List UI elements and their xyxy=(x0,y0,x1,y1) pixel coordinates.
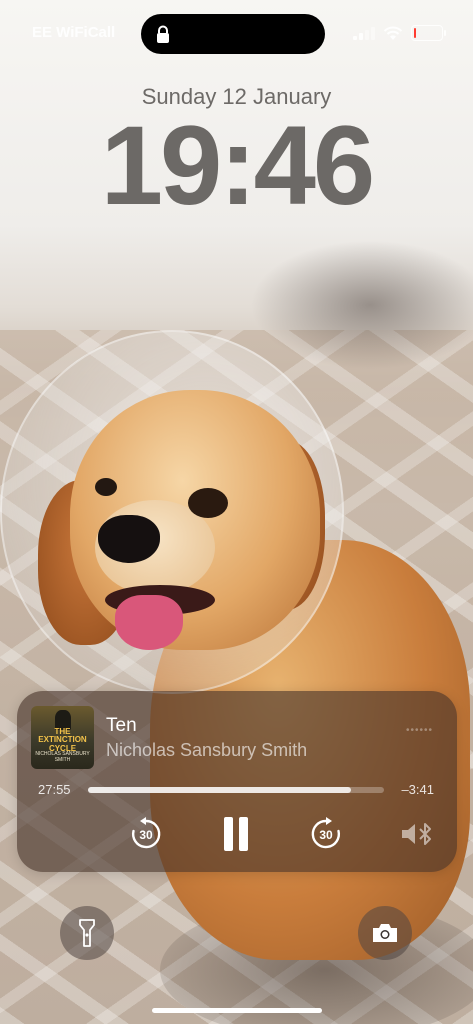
lock-icon xyxy=(157,25,169,43)
skip-back-30-icon: 30 xyxy=(131,817,161,849)
skip-back-seconds: 30 xyxy=(139,828,153,842)
scrubber-progress xyxy=(88,787,352,793)
elapsed-time: 27:55 xyxy=(38,782,71,797)
flashlight-button[interactable] xyxy=(60,906,114,960)
skip-forward-30-button[interactable]: 30 xyxy=(306,814,346,854)
pause-icon xyxy=(224,817,248,851)
skip-forward-30-icon: 30 xyxy=(311,817,341,849)
remaining-time: –3:41 xyxy=(401,782,434,797)
wifi-icon xyxy=(383,26,403,40)
track-title: Ten xyxy=(106,715,137,736)
pause-button[interactable] xyxy=(216,814,256,854)
album-artwork[interactable]: THE EXTINCTION CYCLE NICHOLAS SANSBURY S… xyxy=(31,706,94,769)
track-artist: Nicholas Sansbury Smith xyxy=(106,740,308,760)
dog-eye-right xyxy=(188,488,228,518)
artwork-author: NICHOLAS SANSBURY SMITH xyxy=(35,751,90,763)
dog-tongue xyxy=(115,595,183,650)
flashlight-icon xyxy=(79,919,95,947)
status-bar: EE WiFiCall xyxy=(0,14,473,54)
carrier-label: EE WiFiCall xyxy=(32,24,116,41)
airplay-indicator-icon[interactable]: •••••• xyxy=(406,725,433,736)
signal-icon xyxy=(353,26,375,40)
battery-icon xyxy=(411,25,446,41)
status-indicators xyxy=(353,24,446,42)
home-indicator[interactable] xyxy=(152,1008,322,1013)
playback-scrubber[interactable] xyxy=(88,787,384,793)
audio-output-icon xyxy=(402,823,431,845)
camera-button[interactable] xyxy=(358,906,412,960)
now-playing-widget[interactable]: THE EXTINCTION CYCLE NICHOLAS SANSBURY S… xyxy=(17,691,457,872)
camera-icon xyxy=(373,924,397,942)
dog-eye-left xyxy=(95,478,117,496)
battery-level xyxy=(414,28,416,38)
wallpaper-blur xyxy=(250,240,473,370)
artwork-title: THE EXTINCTION CYCLE xyxy=(38,727,87,753)
audio-output-button[interactable] xyxy=(397,814,437,854)
dynamic-island xyxy=(141,14,325,54)
skip-back-30-button[interactable]: 30 xyxy=(126,814,166,854)
dog-nose xyxy=(98,515,160,563)
skip-forward-seconds: 30 xyxy=(319,828,333,842)
lockscreen-time: 19:46 xyxy=(100,103,375,228)
